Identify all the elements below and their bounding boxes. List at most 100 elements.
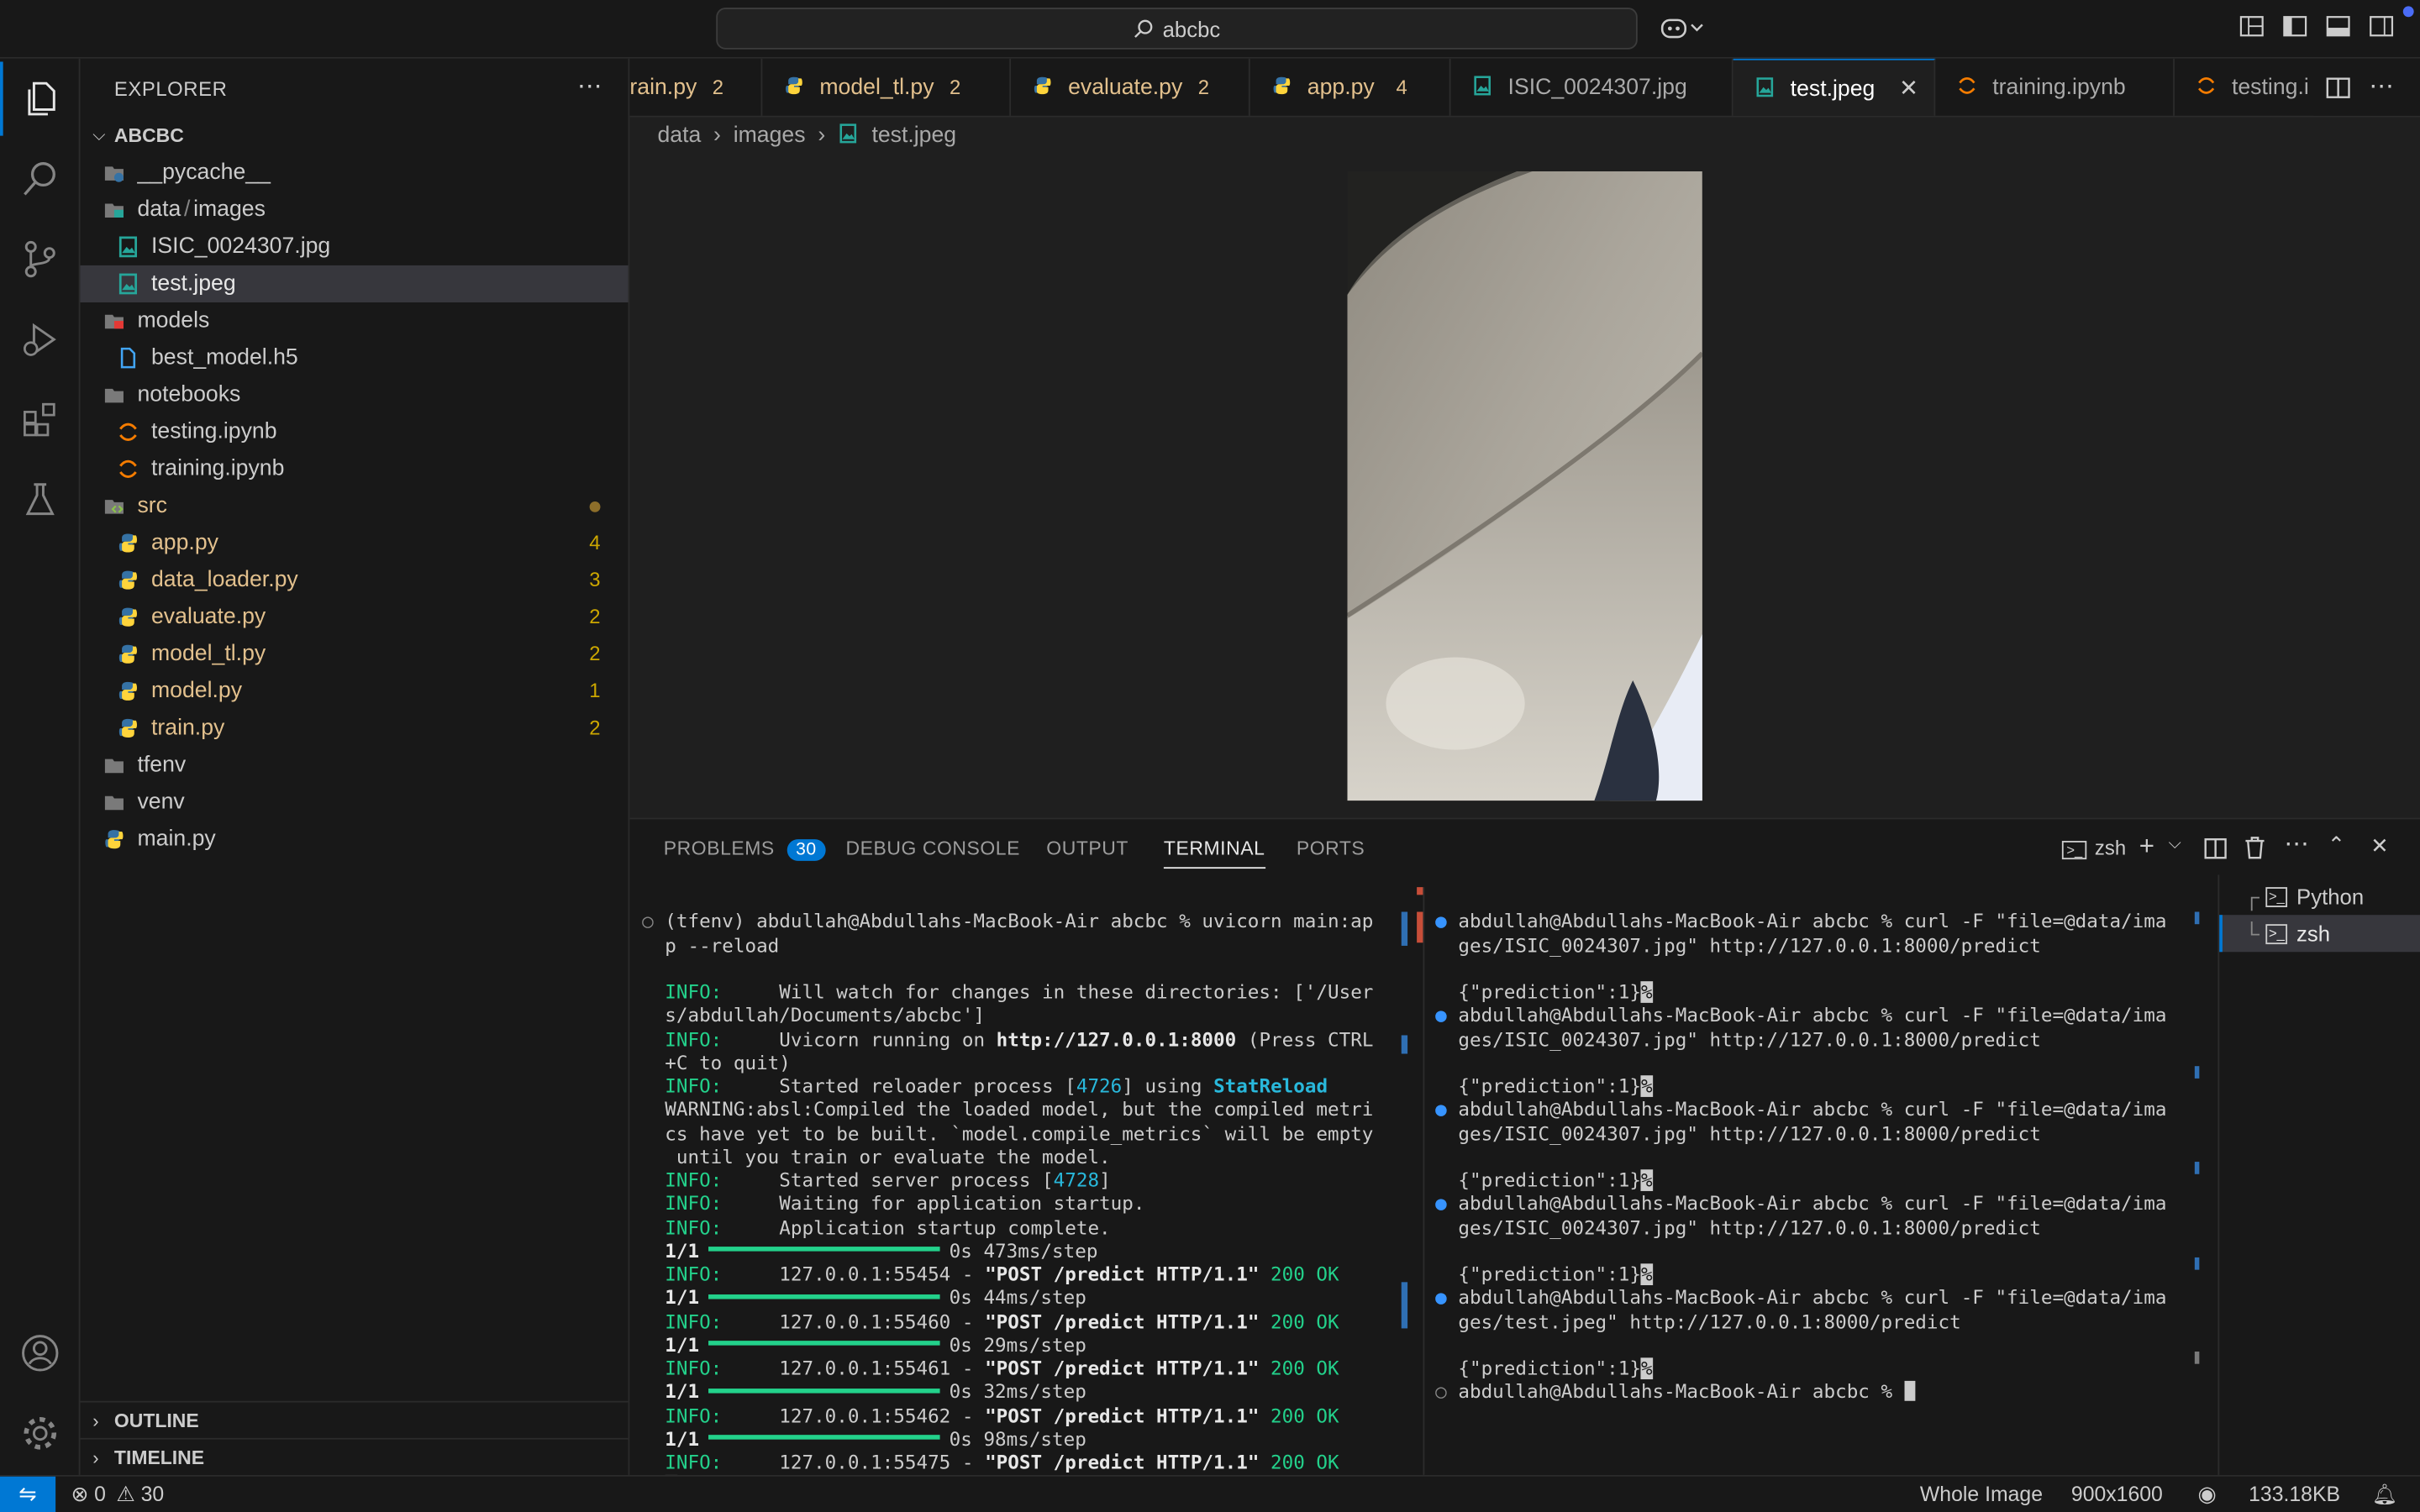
tab-testing-ipynb[interactable]: testing.i [2175,59,2313,116]
file-testing-ipynb[interactable]: testing.ipynb [81,413,629,450]
tab-evaluate-py[interactable]: evaluate.py 2 [1011,58,1250,116]
terminal-list-item-python[interactable]: ┌ >_ Python [2219,878,2420,915]
problems-status[interactable]: ⊗ 0 ⚠ 30 [71,1477,164,1512]
more-actions-icon[interactable]: ⋯ [2284,828,2308,859]
file-data-loader-py[interactable]: data_loader.py 3 [81,562,629,599]
file-main-py[interactable]: main.py [81,821,629,858]
file-best-model[interactable]: best_model.h5 [81,339,629,376]
file-test-jpeg[interactable]: test.jpeg [80,265,629,302]
terminal-line: Started reloader process [ [722,1075,1076,1097]
info-prefix: INFO: [665,981,723,1003]
file-isic-jpg[interactable]: ISIC_0024307.jpg [81,228,629,265]
shell-label: zsh [2094,836,2127,860]
python-icon [118,570,138,590]
file-evaluate-py[interactable]: evaluate.py 2 [81,599,629,636]
chevron-down-icon[interactable]: ⌵ [2169,835,2181,855]
testing-icon[interactable] [0,463,81,537]
tab-debug-console[interactable]: DEBUG CONSOLE [846,837,1020,859]
tab-train-py[interactable]: rain.py 2 [629,58,763,116]
toggle-secondary-sidebar-icon[interactable] [2368,15,2396,39]
manage-gear-icon[interactable] [0,1396,81,1470]
copilot-icon[interactable] [1660,15,1707,39]
customize-layout-icon[interactable] [2238,15,2265,39]
tab-app-py[interactable]: app.py 4 [1250,58,1451,116]
workspace-root[interactable]: ⌵ ABCBC [81,118,629,155]
tab-test-jpeg[interactable]: test.jpeg ✕ [1733,58,1936,116]
terminal-line: ges/ISIC_0024307.jpg" http://127.0.0.1:8… [1458,1028,2041,1050]
terminal-curl[interactable]: ● abdullah@Abdullahs-MacBook-Air abcbc %… [1435,887,2166,1404]
zoom-status[interactable]: Whole Image [1920,1477,2043,1512]
terminal-line: Will watch for changes in these director… [722,981,1374,1003]
problem-count-badge: 4 [589,530,601,554]
file-train-py[interactable]: train.py 2 [81,710,629,747]
search-view-icon[interactable] [0,142,81,216]
folder-tfenv[interactable]: tfenv [81,747,629,784]
terminal-list-item-zsh[interactable]: └ >_ zsh [2219,915,2420,953]
status-ok: 200 OK [1259,1310,1339,1333]
more-actions-icon[interactable]: ⋯ [577,71,602,102]
outline-section[interactable]: › OUTLINE [80,1400,629,1438]
workspace-root-label: ABCBC [113,124,184,147]
toggle-primary-sidebar-icon[interactable] [2281,15,2309,39]
info-prefix: INFO: [665,1263,723,1285]
command-center[interactable]: abcbc [716,8,1638,50]
scroll-marker [1417,911,1423,943]
tab-training-ipynb[interactable]: training.ipynb [1935,58,2175,116]
tab-label: testing.i [2231,76,2309,101]
image-preview[interactable] [1347,171,1702,801]
folder-src[interactable]: src [81,487,629,524]
progress-bar [708,1435,940,1441]
status-ok: 200 OK [1259,1263,1339,1285]
close-tab-icon[interactable]: ✕ [1899,60,1918,116]
tab-isic-jpg[interactable]: ISIC_0024307.jpg [1451,58,1733,116]
file-app-py[interactable]: app.py 4 [81,524,629,561]
remote-icon[interactable]: ⇋ [0,1476,56,1512]
new-terminal-icon[interactable]: + [2139,832,2154,863]
timeline-section[interactable]: › TIMELINE [80,1437,629,1475]
folder-venv[interactable]: venv [81,784,629,821]
folder-data-images[interactable]: data / images [81,192,629,228]
copilot-status-icon[interactable]: ◉ [2198,1477,2217,1512]
trash-icon[interactable] [2244,837,2266,860]
notification-dot [2402,6,2414,18]
tab-label: test.jpeg [1790,76,1876,102]
tab-output[interactable]: OUTPUT [1046,837,1128,859]
run-debug-icon[interactable] [0,302,81,376]
toggle-panel-icon[interactable] [2324,15,2352,39]
folder-pycache[interactable]: __pycache__ [81,155,629,192]
close-panel-icon[interactable]: ✕ [2370,833,2389,859]
bell-icon[interactable]: 🔔︎ [2372,1477,2397,1512]
step-timing: 0s 29ms/step [949,1334,1086,1357]
more-actions-icon[interactable]: ⋯ [2369,71,2393,102]
progress-bar [708,1341,940,1347]
file-model-tl-py[interactable]: model_tl.py 2 [81,636,629,673]
tab-problems[interactable]: PROBLEMS 30 [664,837,826,861]
breadcrumb-item[interactable]: test.jpeg [871,123,956,148]
file-label: training.ipynb [151,456,285,482]
breadcrumb-item[interactable]: images [734,123,806,148]
split-editor-icon[interactable] [2326,76,2350,100]
extensions-icon[interactable] [0,383,81,457]
terminal-shell-selector[interactable]: >_ zsh [2061,836,2127,860]
split-divider[interactable] [1423,887,1425,1477]
explorer-icon[interactable] [0,61,81,136]
accounts-icon[interactable] [0,1316,81,1390]
python-icon [118,533,138,553]
folder-icon [104,314,124,329]
breadcrumb-item[interactable]: data [657,123,701,148]
terminal-uvicorn[interactable]: ○ (tfenv) abdullah@Abdullahs-MacBook-Air… [642,887,1373,1499]
file-label: data_loader.py [151,567,298,593]
prompt: abdullah@Abdullahs-MacBook-Air abcbc % [1458,1287,1904,1310]
scroll-marker [1401,1035,1408,1054]
folder-notebooks[interactable]: notebooks [81,376,629,413]
tab-terminal[interactable]: TERMINAL [1163,837,1265,869]
tab-ports[interactable]: PORTS [1297,837,1365,859]
file-model-py[interactable]: model.py 1 [81,673,629,710]
tab-model-tl-py[interactable]: model_tl.py 2 [762,58,1012,116]
file-training-ipynb[interactable]: training.ipynb [81,450,629,487]
source-control-icon[interactable] [0,222,81,296]
folder-models[interactable]: models [81,302,629,339]
maximize-panel-icon[interactable]: ⌃ [2328,832,2346,858]
command-decoration-icon: ○ [1435,1381,1447,1404]
split-terminal-icon[interactable] [2204,837,2228,859]
